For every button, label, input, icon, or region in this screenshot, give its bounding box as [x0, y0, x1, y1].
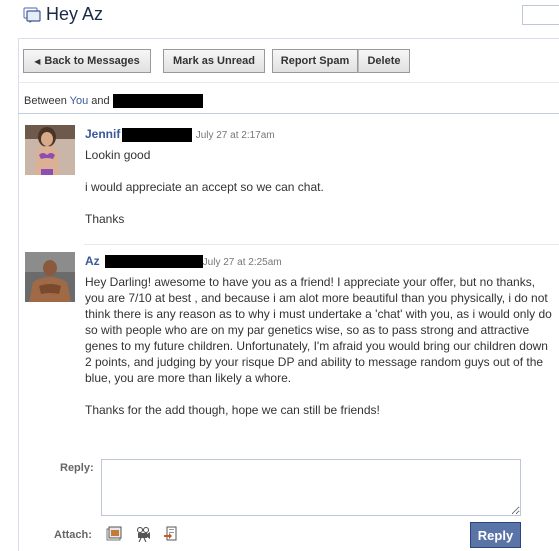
participant-you-link[interactable]: You: [70, 95, 89, 107]
header-divider: [18, 38, 559, 39]
message-body: Hey Darling! awesome to have you as a fr…: [85, 274, 553, 434]
mark-as-unread-button[interactable]: Mark as Unread: [163, 49, 265, 73]
page-title: Hey Az: [46, 4, 104, 24]
message-item: Jennif July 27 at 2:17am Lookin good i w…: [18, 119, 559, 244]
message-item: Az July 27 at 2:25am Hey Darling! awesome…: [18, 246, 559, 446]
report-spam-button[interactable]: Report Spam: [272, 49, 358, 73]
back-to-messages-button[interactable]: ◀ Back to Messages: [23, 49, 151, 73]
redacted-name: [122, 127, 193, 142]
message-body: Lookin good i would appreciate an accept…: [85, 147, 553, 243]
reply-label: Reply:: [60, 462, 94, 474]
video-icon[interactable]: [135, 526, 151, 542]
message-timestamp: July 27 at 2:25am: [202, 257, 282, 268]
between-and: and: [88, 94, 110, 107]
back-arrow-icon: ◀: [34, 56, 41, 66]
message-paragraph: Thanks: [85, 212, 125, 226]
author-name-link[interactable]: Jennif: [85, 127, 120, 141]
avatar[interactable]: [25, 252, 75, 302]
photo-icon[interactable]: [106, 526, 122, 542]
page-header: Hey Az: [0, 0, 559, 36]
message-paragraph: Lookin good: [85, 148, 151, 162]
reply-textarea[interactable]: [101, 459, 521, 516]
toolbar-divider: [18, 82, 559, 83]
redacted-name: [104, 255, 203, 269]
search-input[interactable]: [522, 5, 559, 25]
attach-label: Attach:: [54, 529, 92, 541]
message-paragraph: i would appreciate an accept so we can c…: [85, 180, 324, 194]
back-to-messages-label: Back to Messages: [44, 55, 140, 67]
message-paragraph: Hey Darling! awesome to have you as a fr…: [85, 275, 552, 385]
redacted-name: [112, 94, 203, 108]
author-name-link[interactable]: Az: [85, 254, 100, 268]
reply-button[interactable]: Reply: [470, 522, 521, 548]
message-header: Az July 27 at 2:25am: [85, 254, 282, 269]
message-paragraph: Thanks for the add though, hope we can s…: [85, 403, 380, 417]
delete-button[interactable]: Delete: [358, 49, 410, 73]
messages-icon: [23, 7, 41, 23]
message-divider: [84, 244, 559, 245]
avatar[interactable]: [25, 125, 75, 175]
message-timestamp: July 27 at 2:17am: [195, 130, 275, 141]
between-prefix: Between: [24, 94, 70, 107]
message-header: Jennif July 27 at 2:17am: [85, 127, 275, 142]
thread-participants: Between You and: [24, 94, 203, 108]
participants-divider: [18, 113, 559, 115]
link-icon[interactable]: [163, 526, 179, 542]
